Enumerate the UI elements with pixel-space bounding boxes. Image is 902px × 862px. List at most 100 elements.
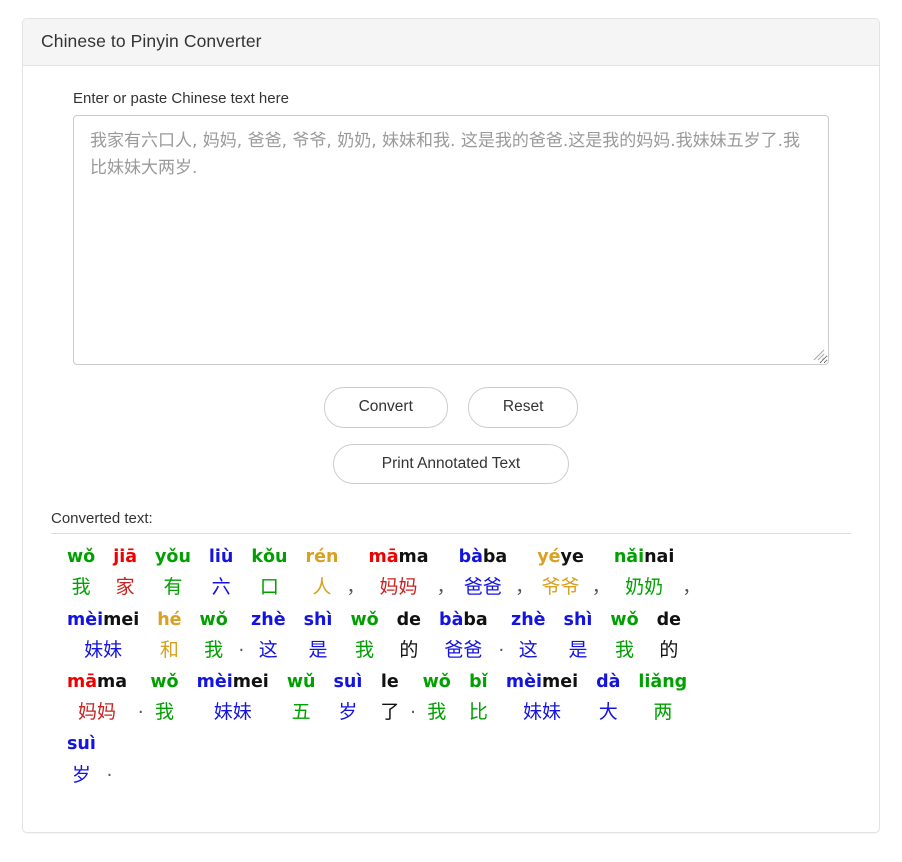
hanzi-text: 五 bbox=[291, 701, 311, 724]
ruby-unit: māma 妈妈 bbox=[67, 669, 127, 729]
punctuation-glyph: ， bbox=[591, 577, 610, 599]
ruby-line: suì 岁 x· bbox=[67, 731, 851, 791]
card-body: Enter or paste Chinese text here Convert… bbox=[23, 66, 879, 832]
pinyin-text: zhè bbox=[511, 609, 546, 630]
ruby-unit: māma 妈妈 bbox=[368, 544, 428, 604]
pinyin-text: māma bbox=[67, 672, 128, 692]
converted-output: wǒ我jiā家yǒu有liù六kǒu口rén人x，māma妈妈x，bàba爸爸x… bbox=[51, 540, 851, 802]
hanzi-text: 我 bbox=[154, 701, 174, 724]
pinyin-text: mèimei bbox=[196, 672, 269, 692]
ruby-unit: wǒ 我 bbox=[423, 669, 451, 729]
pinyin-text: yǒu bbox=[155, 547, 191, 568]
ruby-unit: yǒu 有 bbox=[155, 544, 191, 604]
pinyin-text: shì bbox=[303, 609, 333, 630]
pinyin-text: wǒ bbox=[199, 609, 228, 630]
pinyin-text: wǒ bbox=[422, 672, 451, 692]
pinyin-text: liǎng bbox=[638, 672, 688, 692]
pinyin-text: x bbox=[350, 544, 361, 571]
ruby-unit: wǒ 我 bbox=[67, 544, 95, 604]
hanzi-text: 是 bbox=[568, 638, 588, 661]
pinyin-text: mèimei bbox=[67, 609, 140, 630]
pinyin-text: wǒ bbox=[350, 609, 379, 630]
hanzi-text: 口 bbox=[259, 576, 279, 599]
punctuation-glyph: ， bbox=[515, 577, 534, 599]
punctuation-unit: x· bbox=[236, 607, 247, 667]
page-title: Chinese to Pinyin Converter bbox=[41, 31, 262, 51]
ruby-unit: dà 大 bbox=[596, 669, 620, 729]
pinyin-text: x bbox=[519, 544, 530, 571]
punctuation-glyph: · bbox=[410, 702, 416, 724]
textarea-wrapper bbox=[73, 115, 829, 366]
reset-button[interactable]: Reset bbox=[467, 387, 579, 428]
pinyin-text: x bbox=[595, 544, 606, 571]
pinyin-text: wǔ bbox=[286, 672, 316, 692]
chinese-text-input[interactable] bbox=[73, 115, 829, 366]
pinyin-text: x bbox=[104, 731, 115, 758]
pinyin-text: x bbox=[440, 544, 451, 571]
pinyin-text: rén bbox=[305, 547, 339, 568]
ruby-unit: de 的 bbox=[397, 607, 421, 667]
pinyin-text: le bbox=[380, 672, 399, 692]
ruby-unit: de 的 bbox=[657, 607, 681, 667]
punctuation-unit: x， bbox=[437, 544, 455, 604]
pinyin-text: wǒ bbox=[610, 609, 639, 630]
hanzi-text: 了 bbox=[380, 701, 400, 724]
pinyin-text: suì bbox=[67, 734, 96, 755]
converter-card: Chinese to Pinyin Converter Enter or pas… bbox=[22, 18, 880, 833]
pinyin-text: x bbox=[135, 669, 146, 696]
hanzi-text: 我 bbox=[355, 638, 375, 661]
ruby-unit: zhè 这 bbox=[251, 607, 286, 667]
pinyin-text: wǒ bbox=[150, 672, 179, 692]
ruby-unit: bàba 爸爸 bbox=[439, 607, 488, 667]
pinyin-text: zhè bbox=[251, 609, 286, 630]
ruby-unit: wǒ 我 bbox=[350, 607, 378, 667]
hanzi-text: 妹妹 bbox=[213, 701, 252, 724]
page-root: Chinese to Pinyin Converter Enter or pas… bbox=[0, 0, 902, 862]
pinyin-text: yéye bbox=[537, 547, 584, 568]
print-annotated-text-button[interactable]: Print Annotated Text bbox=[332, 443, 570, 485]
hanzi-text: 爸爸 bbox=[444, 638, 483, 661]
ruby-unit: rén 人 bbox=[306, 544, 339, 604]
punctuation-unit: x· bbox=[135, 669, 146, 729]
pinyin-text: nǎinai bbox=[613, 547, 675, 568]
ruby-line: mèimei妹妹hé和wǒ我x·zhè这shì是wǒ我de的bàba爸爸x·zh… bbox=[67, 607, 851, 667]
ruby-unit: zhè 这 bbox=[511, 607, 546, 667]
hanzi-text: 岁 bbox=[71, 763, 91, 786]
pinyin-text: bǐ bbox=[469, 672, 488, 692]
hanzi-text: 人 bbox=[312, 576, 332, 599]
pinyin-text: shì bbox=[563, 609, 593, 630]
pinyin-text: dà bbox=[596, 672, 621, 692]
punctuation-glyph: · bbox=[498, 639, 505, 661]
ruby-line: wǒ我jiā家yǒu有liù六kǒu口rén人x，māma妈妈x，bàba爸爸x… bbox=[67, 544, 851, 604]
pinyin-text: māma bbox=[368, 547, 429, 568]
hanzi-text: 大 bbox=[598, 701, 618, 724]
pinyin-text: jiā bbox=[113, 547, 138, 568]
hanzi-text: 岁 bbox=[338, 701, 358, 724]
ruby-unit: jiā 家 bbox=[113, 544, 137, 604]
convert-button[interactable]: Convert bbox=[323, 387, 448, 428]
pinyin-text: wǒ bbox=[67, 547, 96, 568]
hanzi-text: 有 bbox=[163, 576, 183, 599]
ruby-unit: wǒ 我 bbox=[150, 669, 178, 729]
punctuation-glyph: · bbox=[238, 639, 245, 661]
pinyin-text: hé bbox=[157, 609, 182, 630]
pinyin-text: liù bbox=[208, 547, 234, 568]
pinyin-text: x bbox=[686, 544, 697, 571]
punctuation-unit: x， bbox=[682, 544, 700, 604]
hanzi-text: 是 bbox=[308, 638, 328, 661]
punctuation-unit: x， bbox=[515, 544, 533, 604]
ruby-unit: yéye 爷爷 bbox=[537, 544, 584, 604]
ruby-unit: shì 是 bbox=[304, 607, 333, 667]
secondary-button-row: Print Annotated Text bbox=[51, 443, 851, 485]
punctuation-glyph: · bbox=[137, 702, 144, 724]
hanzi-text: 奶奶 bbox=[625, 576, 664, 599]
pinyin-text: mèimei bbox=[505, 672, 579, 692]
hanzi-text: 的 bbox=[399, 638, 419, 661]
ruby-unit: liù 六 bbox=[209, 544, 233, 604]
pinyin-text: de bbox=[396, 609, 422, 630]
hanzi-text: 爸爸 bbox=[463, 576, 502, 599]
punctuation-glyph: ， bbox=[682, 577, 701, 599]
punctuation-unit: x· bbox=[104, 731, 115, 791]
punctuation-glyph: ， bbox=[436, 577, 455, 599]
hanzi-text: 这 bbox=[518, 638, 538, 661]
